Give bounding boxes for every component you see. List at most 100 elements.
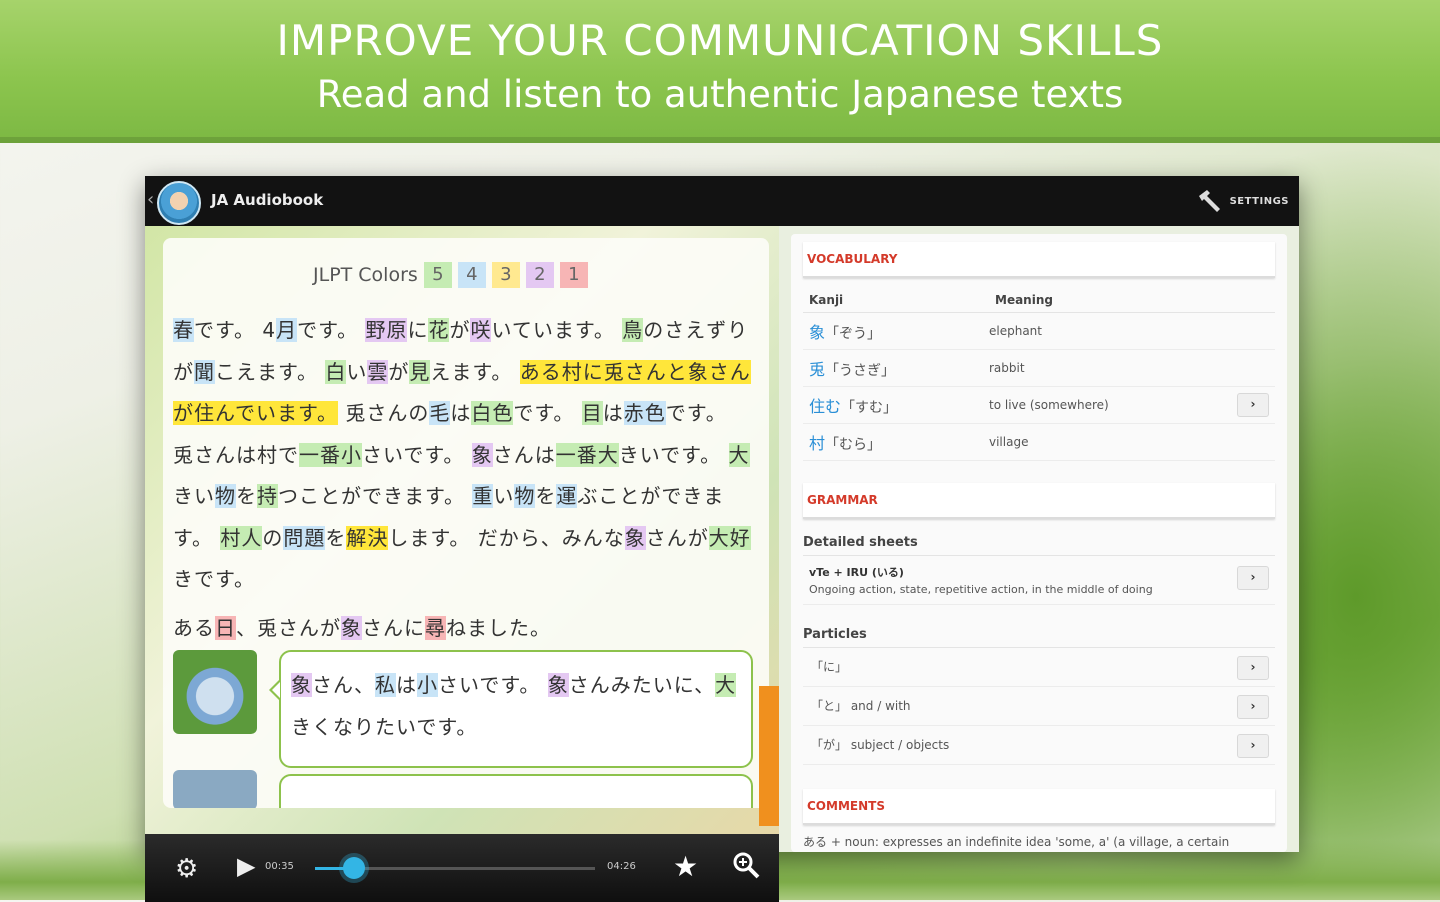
grammar-item-title: vTe + IRU (いる) [809, 566, 904, 579]
particle-item[interactable]: 「と」 and / with › [803, 687, 1275, 726]
chevron-right-icon[interactable]: › [1237, 656, 1269, 680]
highlighted-word[interactable]: 大 [728, 442, 750, 467]
play-icon[interactable]: ▶ [237, 852, 255, 880]
highlighted-word[interactable]: 象 [291, 673, 312, 697]
highlighted-word[interactable]: 象 [341, 616, 362, 640]
story-text: さいです。 [438, 673, 548, 697]
vocab-row[interactable]: 村「むら」 village [803, 424, 1275, 461]
meaning-column-header: Meaning [995, 293, 1053, 307]
banner-title: IMPROVE YOUR COMMUNICATION SKILLS [276, 16, 1164, 65]
story-text: です。 4 [194, 318, 277, 342]
highlighted-word[interactable]: 象 [471, 442, 493, 467]
highlighted-word[interactable]: 白色 [471, 401, 514, 425]
jlpt-level-badge[interactable]: 3 [491, 262, 520, 288]
story-text: い [493, 484, 515, 508]
vocab-row[interactable]: 兎「うさぎ」 rabbit [803, 350, 1275, 387]
chevron-right-icon[interactable]: › [1237, 734, 1269, 758]
jlpt-level-badge[interactable]: 4 [457, 262, 486, 288]
particle-label: 「と」 and / with [811, 699, 911, 713]
app-title[interactable]: JA Audiobook [211, 191, 323, 209]
story-text: を [236, 484, 257, 508]
highlighted-word[interactable]: 運 [556, 484, 578, 508]
vocab-meaning: elephant [989, 324, 1042, 338]
dialogue-bubble[interactable]: 象さん、私は小さいです。 象さんみたいに、大きくなりたいです。 [269, 650, 753, 768]
highlighted-word[interactable]: 月 [276, 318, 298, 342]
highlighted-word[interactable]: 花 [428, 318, 450, 342]
vocab-kanji: 村 [809, 434, 826, 453]
settings-label: SETTINGS [1229, 195, 1289, 207]
vocab-kanji: 象 [809, 323, 826, 342]
slider-handle[interactable] [343, 857, 366, 879]
chevron-right-icon[interactable]: › [1237, 393, 1269, 417]
vocab-row[interactable]: 象「ぞう」 elephant [803, 313, 1275, 350]
highlighted-word[interactable]: 春 [173, 318, 194, 342]
highlighted-word[interactable]: 小 [417, 673, 438, 697]
story-text: は [602, 401, 624, 425]
progress-slider[interactable] [315, 857, 595, 879]
zoom-icon[interactable] [731, 850, 761, 880]
grammar-header: GRAMMAR [803, 483, 1275, 519]
highlighted-word[interactable]: 象 [624, 525, 646, 550]
highlighted-word[interactable]: 大好 [708, 525, 751, 550]
vocab-meaning: to live (somewhere) [989, 398, 1109, 412]
highlighted-word[interactable]: 村人 [220, 525, 263, 550]
highlighted-word[interactable]: 物 [514, 484, 536, 508]
vocab-reading: 「すむ」 [841, 400, 898, 416]
story-text: の [262, 525, 284, 550]
highlighted-word[interactable]: 問題 [283, 525, 326, 550]
jlpt-level-badge[interactable]: 1 [559, 262, 588, 288]
dialogue-bubble[interactable] [279, 774, 753, 808]
highlighted-word[interactable]: 尋 [425, 616, 446, 640]
settings-button[interactable]: SETTINGS [1196, 188, 1289, 214]
vocab-row[interactable]: 住む「すむ」 to live (somewhere) › [803, 387, 1275, 424]
promo-banner: IMPROVE YOUR COMMUNICATION SKILLS Read a… [0, 0, 1440, 143]
highlighted-word[interactable]: 毛 [429, 401, 451, 425]
app-avatar-icon[interactable] [157, 181, 201, 225]
story-text: えます。 [430, 359, 520, 384]
jlpt-level-badge[interactable]: 2 [525, 262, 554, 288]
gear-icon[interactable]: ⚙ [175, 854, 198, 884]
story-line[interactable]: ある日、兎さんが象さんに尋ねました。 [173, 612, 551, 641]
highlighted-word[interactable]: 野原 [365, 318, 408, 342]
particle-item[interactable]: 「が」 subject / objects › [803, 726, 1275, 765]
highlighted-word[interactable]: 鳥 [622, 318, 644, 342]
highlighted-word[interactable]: 象 [547, 673, 569, 697]
highlighted-word[interactable]: 雲 [367, 359, 389, 384]
highlighted-word[interactable]: 私 [375, 673, 396, 697]
back-arrow-icon[interactable]: ‹ [147, 189, 154, 210]
highlighted-word[interactable]: 大 [715, 673, 737, 697]
highlighted-word[interactable]: 持 [257, 484, 278, 508]
dialogue-text: 象さん、私は小さいです。 象さんみたいに、大きくなりたいです。 [291, 664, 741, 748]
story-text: さんは [492, 442, 556, 467]
highlighted-word[interactable]: 目 [581, 401, 603, 425]
highlighted-word[interactable]: 解決 [346, 525, 389, 550]
story-text: は [450, 401, 472, 425]
chevron-right-icon[interactable]: › [1237, 566, 1269, 590]
highlighted-word[interactable]: 聞 [194, 359, 215, 384]
particle-item[interactable]: 「に」 › [803, 648, 1275, 687]
highlighted-word[interactable]: 咲 [470, 318, 492, 342]
grammar-item[interactable]: vTe + IRU (いる) Ongoing action, state, re… [803, 556, 1275, 605]
story-text: は [396, 673, 417, 697]
highlighted-word[interactable]: 見 [409, 359, 431, 384]
highlighted-word[interactable]: 一番大 [555, 442, 619, 467]
highlighted-word[interactable]: 物 [215, 484, 236, 508]
particle-label: 「が」 subject / objects [811, 738, 950, 752]
audio-player: ⚙ ▶ 00:35 04:26 ★ [145, 834, 779, 902]
highlighted-word[interactable]: 日 [215, 616, 236, 640]
star-icon[interactable]: ★ [673, 850, 698, 883]
highlighted-word[interactable]: 赤色 [623, 401, 666, 425]
vocab-kanji: 住む [809, 397, 842, 416]
highlighted-word[interactable]: 重 [472, 484, 494, 508]
vocabulary-header: VOCABULARY [803, 242, 1275, 278]
chevron-right-icon[interactable]: › [1237, 695, 1269, 719]
jlpt-level-badge[interactable]: 5 [423, 262, 452, 288]
story-text: こえます。 [215, 359, 326, 384]
jlpt-legend: JLPT Colors 5 4 3 2 1 [313, 262, 588, 288]
text-panel: JLPT Colors 5 4 3 2 1 春です。 4月です。 野原に花が咲い… [163, 238, 769, 808]
kanji-column-header: Kanji [809, 293, 844, 307]
story-text: します。 だから、みんな [388, 525, 625, 550]
highlighted-word[interactable]: 白 [325, 359, 347, 384]
story-paragraph[interactable]: 春です。 4月です。 野原に花が咲いています。 鳥のさえずりが聞こえます。 白い… [173, 310, 755, 601]
highlighted-word[interactable]: 一番小 [299, 442, 362, 467]
